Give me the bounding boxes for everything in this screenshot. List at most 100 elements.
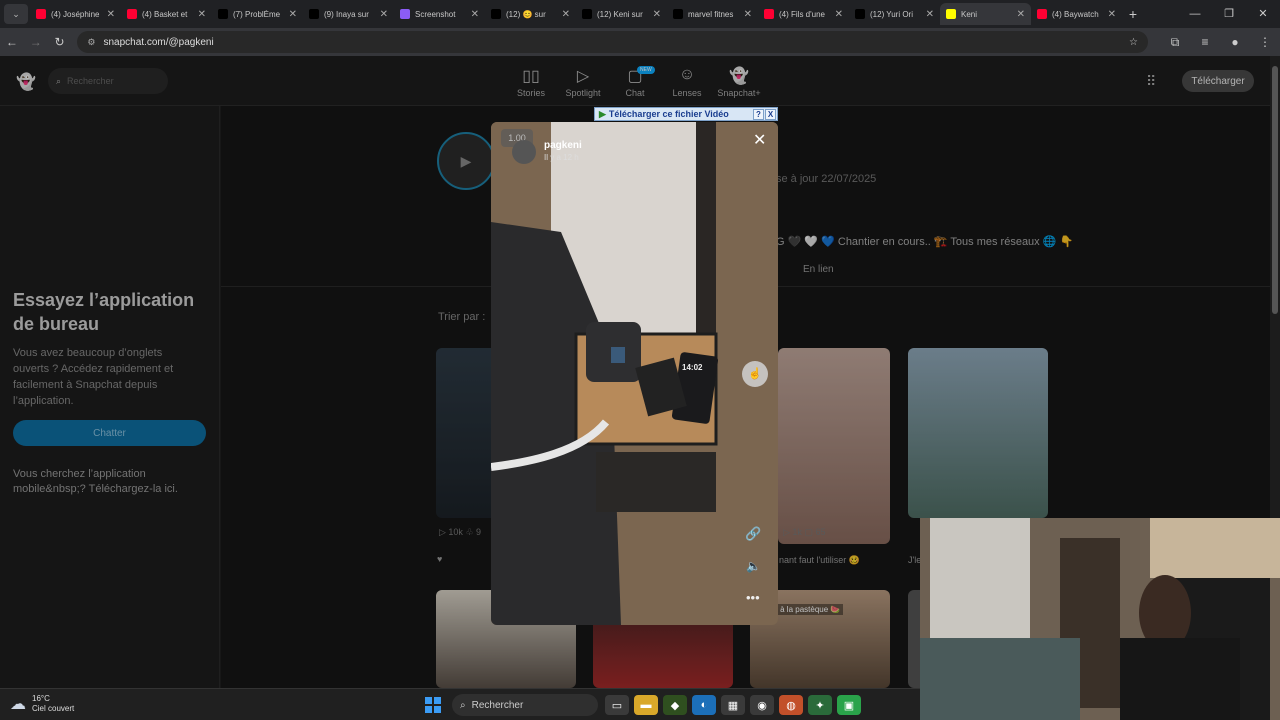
media-controls-icon[interactable]: ≡ [1190, 35, 1220, 50]
link-icon[interactable]: 🔗 [745, 526, 761, 542]
x-icon [218, 9, 228, 19]
tab-title: (12) Keni sur [597, 9, 643, 19]
tab-title: (7) ProblÈme [233, 9, 281, 19]
youtube-icon [127, 9, 137, 19]
close-player-icon[interactable]: ✕ [753, 130, 766, 150]
more-options-icon[interactable]: ••• [746, 590, 760, 605]
extensions-icon[interactable]: ⧉ [1160, 35, 1190, 50]
browser-tab[interactable]: (12) Yuri Ori ✕ [849, 3, 940, 25]
tab-title: (4) Baywatch [1052, 9, 1099, 19]
x-icon [582, 9, 592, 19]
browser-tab[interactable]: (7) ProblÈme ✕ [212, 3, 303, 25]
firefox-icon[interactable]: ◍ [779, 695, 803, 715]
close-tab-icon[interactable]: ✕ [380, 9, 388, 20]
browser-tab[interactable]: (4) Fils d'une ✕ [758, 3, 849, 25]
nvidia-icon[interactable]: ◆ [663, 695, 687, 715]
tab-title: (4) Joséphine [51, 9, 100, 19]
x-icon [855, 9, 865, 19]
address-bar[interactable]: ⚙ snapchat.com/@pagkeni ☆ [77, 31, 1149, 53]
menu-dots-icon[interactable]: ⋮ [1250, 35, 1280, 50]
browser-toolbar: ← → ↻ ⚙ snapchat.com/@pagkeni ☆ ⧉ ≡ ● ⋮ [0, 28, 1280, 56]
close-tab-icon[interactable]: ✕ [1017, 9, 1025, 20]
site-info-icon[interactable]: ⚙ [87, 37, 95, 48]
tab-title: (4) Basket et [142, 9, 188, 19]
browser-tab[interactable]: (4) Basket et ✕ [121, 3, 212, 25]
close-tab-icon[interactable]: ✕ [1108, 9, 1116, 20]
windows-start-icon[interactable] [425, 697, 441, 713]
bookmark-star-icon[interactable]: ☆ [1129, 37, 1138, 48]
pinned-apps: ▭ ▬ ◆ ◐ ▦ ◉ ◍ ✦ ▣ [605, 695, 866, 715]
tab-title: (12) Yuri Ori [870, 9, 913, 19]
task-view-icon[interactable]: ▭ [605, 695, 629, 715]
tiktok-icon [673, 9, 683, 19]
discord-like-icon[interactable]: ▣ [837, 695, 861, 715]
browser-tab[interactable]: (9) Inaya sur ✕ [303, 3, 394, 25]
browser-tab[interactable]: (12) 😊 sur ✕ [485, 3, 576, 25]
youtube-icon [1037, 9, 1047, 19]
browser-tab[interactable]: (4) Baywatch ✕ [1031, 3, 1122, 25]
x-icon [491, 9, 501, 19]
close-tab-icon[interactable]: ✕ [744, 9, 752, 20]
x-icon [309, 9, 319, 19]
cloud-icon: ☁ [10, 696, 26, 713]
youtube-icon [36, 9, 46, 19]
close-tab-icon[interactable]: ✕ [471, 9, 479, 20]
reload-icon[interactable]: ↻ [48, 35, 72, 49]
close-window-icon[interactable]: ✕ [1246, 0, 1280, 28]
poster-username[interactable]: pagkeni [544, 140, 582, 151]
close-tab-icon[interactable]: ✕ [562, 9, 570, 20]
poster-avatar[interactable] [512, 140, 536, 164]
close-tab-icon[interactable]: ✕ [198, 9, 206, 20]
browser-tab[interactable]: Screenshot ✕ [394, 3, 485, 25]
browser-tab[interactable]: (12) Keni sur ✕ [576, 3, 667, 25]
chrome-icon[interactable]: ◉ [750, 695, 774, 715]
video-frame [491, 122, 778, 625]
webcam-overlay [920, 518, 1280, 720]
tab-strip: ⌄ (4) Joséphine ✕ (4) Basket et ✕ (7) ProblÈ… [0, 0, 1280, 28]
restore-icon[interactable]: ❐ [1212, 0, 1246, 28]
taskbar-search[interactable]: ⌕ Rechercher [452, 694, 598, 716]
snapchat-icon [946, 9, 956, 19]
video-download-bar[interactable]: ▶ Télécharger ce fichier Vidéo ? X [594, 107, 778, 121]
profile-icon[interactable]: ● [1220, 35, 1250, 50]
url-text: snapchat.com/@pagkeni [103, 36, 214, 48]
tab-search-chevron-icon[interactable]: ⌄ [4, 4, 28, 24]
close-tab-icon[interactable]: ✕ [653, 9, 661, 20]
download-video-label: Télécharger ce fichier Vidéo [608, 109, 729, 119]
temperature: 16°C [32, 694, 50, 703]
weather-widget[interactable]: ☁ 16°C Ciel couvert [10, 694, 74, 714]
tab-title: (9) Inaya sur [324, 9, 369, 19]
close-bar-button[interactable]: X [765, 108, 776, 120]
store-icon[interactable]: ▦ [721, 695, 745, 715]
pointer-cursor-icon: ☝ [742, 361, 768, 387]
close-tab-icon[interactable]: ✕ [289, 9, 297, 20]
file-explorer-icon[interactable]: ▬ [634, 695, 658, 715]
search-icon: ⌕ [460, 699, 466, 711]
volume-icon[interactable]: 🔈 [746, 559, 761, 573]
pen-icon [400, 9, 410, 19]
forward-icon[interactable]: → [24, 35, 48, 49]
new-tab-button[interactable]: + [1122, 6, 1144, 22]
youtube-icon [764, 9, 774, 19]
back-icon[interactable]: ← [0, 35, 24, 49]
browser-tab[interactable]: (4) Joséphine ✕ [30, 3, 121, 25]
help-button[interactable]: ? [753, 108, 764, 120]
close-tab-icon[interactable]: ✕ [926, 9, 934, 20]
taskbar-search-label: Rechercher [471, 699, 524, 711]
browser-tab[interactable]: Keni ✕ [940, 3, 1031, 25]
close-tab-icon[interactable]: ✕ [107, 9, 115, 20]
minimize-icon[interactable]: — [1178, 0, 1212, 28]
edge-icon[interactable]: ◐ [692, 695, 716, 715]
phone-clock: 14:02 [682, 363, 703, 372]
weather-status: Ciel couvert [32, 704, 75, 713]
post-time: Il y a 12 h [544, 153, 579, 162]
browser-tab[interactable]: marvel fitnes ✕ [667, 3, 758, 25]
close-tab-icon[interactable]: ✕ [835, 9, 843, 20]
app-icon[interactable]: ✦ [808, 695, 832, 715]
window-controls: — ❐ ✕ [1178, 0, 1280, 28]
tab-title: Screenshot [415, 9, 456, 19]
tab-title: (4) Fils d'une [779, 9, 825, 19]
webcam-feed [920, 518, 1280, 720]
video-player[interactable]: 14:02 🔗 🔈 ••• [491, 122, 778, 625]
tab-title: (12) 😊 sur [506, 9, 546, 19]
